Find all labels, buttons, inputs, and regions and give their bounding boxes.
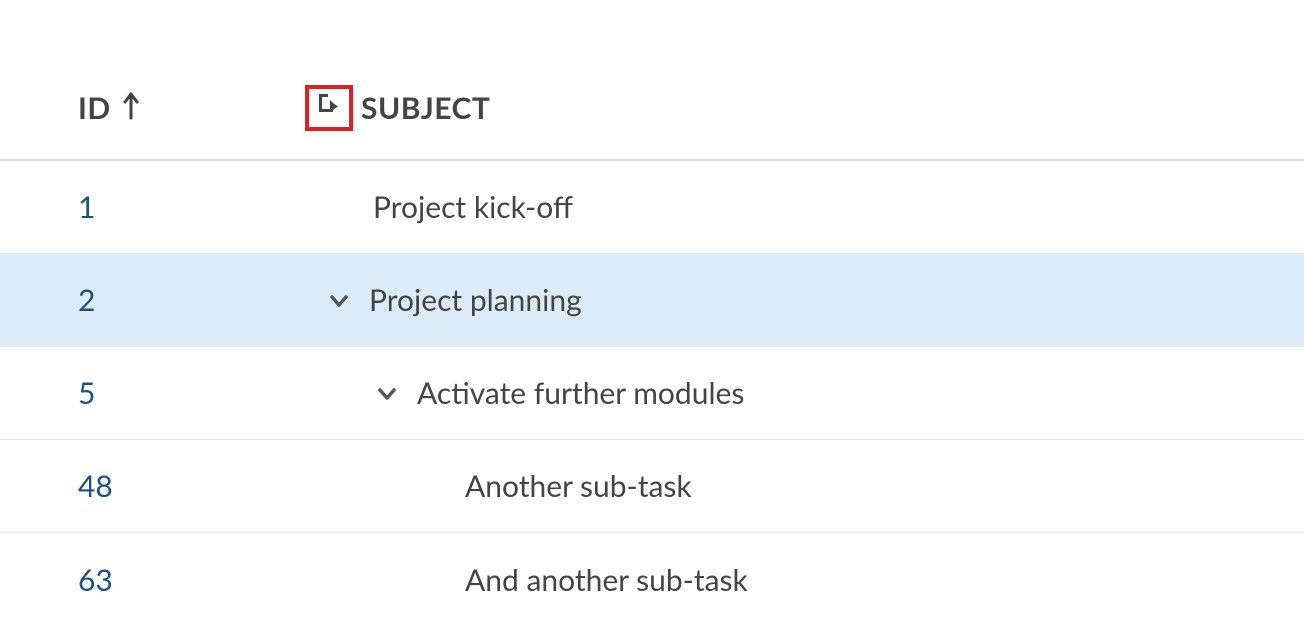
id-link[interactable]: 48	[78, 468, 113, 504]
hierarchy-toggle-highlight	[305, 85, 353, 131]
chevron-down-icon[interactable]	[327, 288, 351, 312]
subject-cell: And another sub-task	[305, 562, 1304, 598]
id-link[interactable]: 63	[78, 562, 113, 598]
subject-cell: Project kick-off	[305, 189, 1304, 225]
subject-cell: Another sub-task	[305, 468, 1304, 504]
table-row[interactable]: 1 Project kick-off	[0, 161, 1304, 254]
subject-text: Project kick-off	[373, 189, 573, 225]
table-body: 1 Project kick-off 2 Project planning	[0, 161, 1304, 626]
hierarchy-icon[interactable]	[317, 92, 341, 124]
id-link[interactable]: 5	[78, 375, 95, 411]
subject-text: Another sub-task	[465, 468, 692, 504]
subject-text: Project planning	[369, 282, 582, 318]
chevron-down-icon[interactable]	[375, 381, 399, 405]
table-row[interactable]: 48 Another sub-task	[0, 440, 1304, 533]
table-row[interactable]: 5 Activate further modules	[0, 347, 1304, 440]
id-cell: 2	[0, 282, 305, 318]
id-header-label: ID	[78, 90, 111, 126]
id-link[interactable]: 1	[78, 189, 95, 225]
column-header-id[interactable]: ID	[0, 90, 305, 126]
work-package-table: ID SUBJECT	[0, 0, 1304, 626]
id-link[interactable]: 2	[78, 282, 95, 318]
table-row[interactable]: 63 And another sub-task	[0, 533, 1304, 626]
id-cell: 63	[0, 562, 305, 598]
subject-cell: Project planning	[305, 282, 1304, 318]
subject-header-label: SUBJECT	[361, 90, 490, 126]
subject-text: Activate further modules	[417, 375, 744, 411]
column-header-subject[interactable]: SUBJECT	[305, 85, 1304, 131]
subject-text: And another sub-task	[465, 562, 748, 598]
id-cell: 1	[0, 189, 305, 225]
subject-cell: Activate further modules	[305, 375, 1304, 411]
table-row[interactable]: 2 Project planning	[0, 254, 1304, 347]
sort-ascending-arrow-icon	[121, 90, 141, 126]
table-header-row: ID SUBJECT	[0, 85, 1304, 161]
id-cell: 5	[0, 375, 305, 411]
id-cell: 48	[0, 468, 305, 504]
